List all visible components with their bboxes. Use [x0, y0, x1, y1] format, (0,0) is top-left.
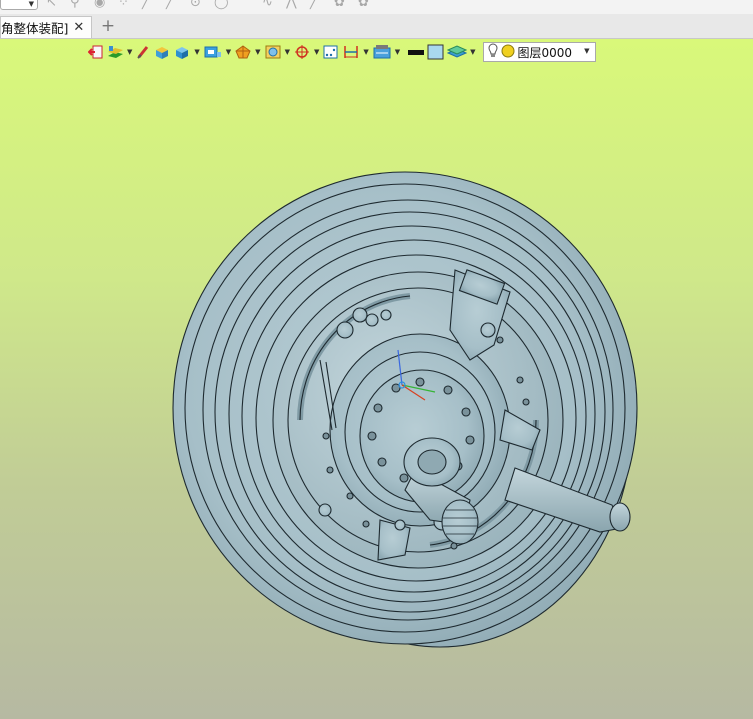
snap-point-icon[interactable]	[293, 42, 311, 62]
layer-manager-icon[interactable]	[106, 42, 124, 62]
gear2-icon[interactable]: ✿	[358, 0, 369, 10]
line-color-icon[interactable]	[407, 42, 425, 62]
section-view-icon[interactable]	[264, 42, 282, 62]
view-cube-icon[interactable]	[173, 42, 191, 62]
document-tab-label: 角整体装配]	[1, 21, 69, 36]
render-mode-icon[interactable]	[234, 42, 252, 62]
exit-sketch-icon[interactable]	[88, 42, 104, 62]
spline-gear	[441, 499, 479, 545]
top-toolbar-combo[interactable]: ▼	[0, 0, 38, 10]
workplane-dropdown-icon[interactable]: ▼	[470, 48, 475, 56]
line2-icon[interactable]: ╱	[166, 0, 174, 10]
snap-point-dropdown-icon[interactable]: ▼	[314, 48, 319, 56]
layer-select[interactable]: 图层0000 ▼	[482, 42, 596, 62]
3d-viewport[interactable]: ▼ ▼ ▼ ▼ ▼ ▼ ▼ ▼ ▼ 图层0000 ▼	[0, 39, 753, 719]
eraser-icon[interactable]	[135, 42, 151, 62]
document-tab-bar: 角整体装配] ✕ +	[0, 14, 753, 39]
section-view-dropdown-icon[interactable]: ▼	[285, 48, 290, 56]
pick-filter-icon[interactable]: ⚲	[70, 0, 80, 10]
combo-arrow-icon: ▼	[28, 0, 34, 8]
layer-manager-dropdown-icon[interactable]: ▼	[127, 48, 132, 56]
play-icon[interactable]: ◉	[94, 0, 105, 10]
layer-dropdown-icon[interactable]: ▼	[584, 47, 589, 55]
solid-box-icon[interactable]	[153, 42, 171, 62]
view-cube-dropdown-icon[interactable]: ▼	[194, 48, 199, 56]
render-mode-dropdown-icon[interactable]: ▼	[255, 48, 260, 56]
layer-filter-icon[interactable]	[372, 42, 392, 62]
layer-color-icon[interactable]	[501, 44, 515, 61]
display-style-dropdown-icon[interactable]: ▼	[226, 48, 231, 56]
bulb-icon[interactable]	[488, 43, 498, 61]
points-icon[interactable]: ⁘	[118, 0, 129, 10]
close-icon[interactable]: ✕	[73, 20, 84, 35]
wheel-assembly-model[interactable]	[0, 39, 753, 719]
line-icon[interactable]: ╱	[142, 0, 150, 10]
grid-toggle-icon[interactable]	[322, 42, 340, 62]
dimension-icon[interactable]	[342, 42, 360, 62]
top-toolbar-strip: ▼ ↖ ⚲ ◉ ⁘ ╱ ╱ ⊙ ◯ ⌒ ∿ ⋀ ╱ ✿ ✿	[0, 0, 753, 15]
gear-icon[interactable]: ✿	[334, 0, 345, 10]
document-tab[interactable]: 角整体装配] ✕	[0, 16, 92, 38]
workplane-icon[interactable]	[447, 42, 468, 62]
circle-center-icon[interactable]: ⊙	[190, 0, 201, 10]
face-color-icon[interactable]	[427, 42, 445, 62]
arc-icon[interactable]: ⌒	[238, 0, 251, 10]
dimension-dropdown-icon[interactable]: ▼	[363, 48, 368, 56]
circle-icon[interactable]: ◯	[214, 0, 229, 10]
spline-icon[interactable]: ∿	[262, 0, 273, 10]
layer-name: 图层0000	[517, 45, 573, 60]
view-toolbar: ▼ ▼ ▼ ▼ ▼ ▼ ▼ ▼ ▼ 图层0000 ▼	[88, 41, 596, 63]
display-style-icon[interactable]	[203, 42, 223, 62]
layer-filter-dropdown-icon[interactable]: ▼	[395, 48, 400, 56]
polyline-icon[interactable]: ⋀	[286, 0, 297, 10]
new-tab-button[interactable]: +	[100, 17, 116, 35]
line3-icon[interactable]: ╱	[310, 0, 318, 10]
select-icon[interactable]: ↖	[46, 0, 57, 10]
